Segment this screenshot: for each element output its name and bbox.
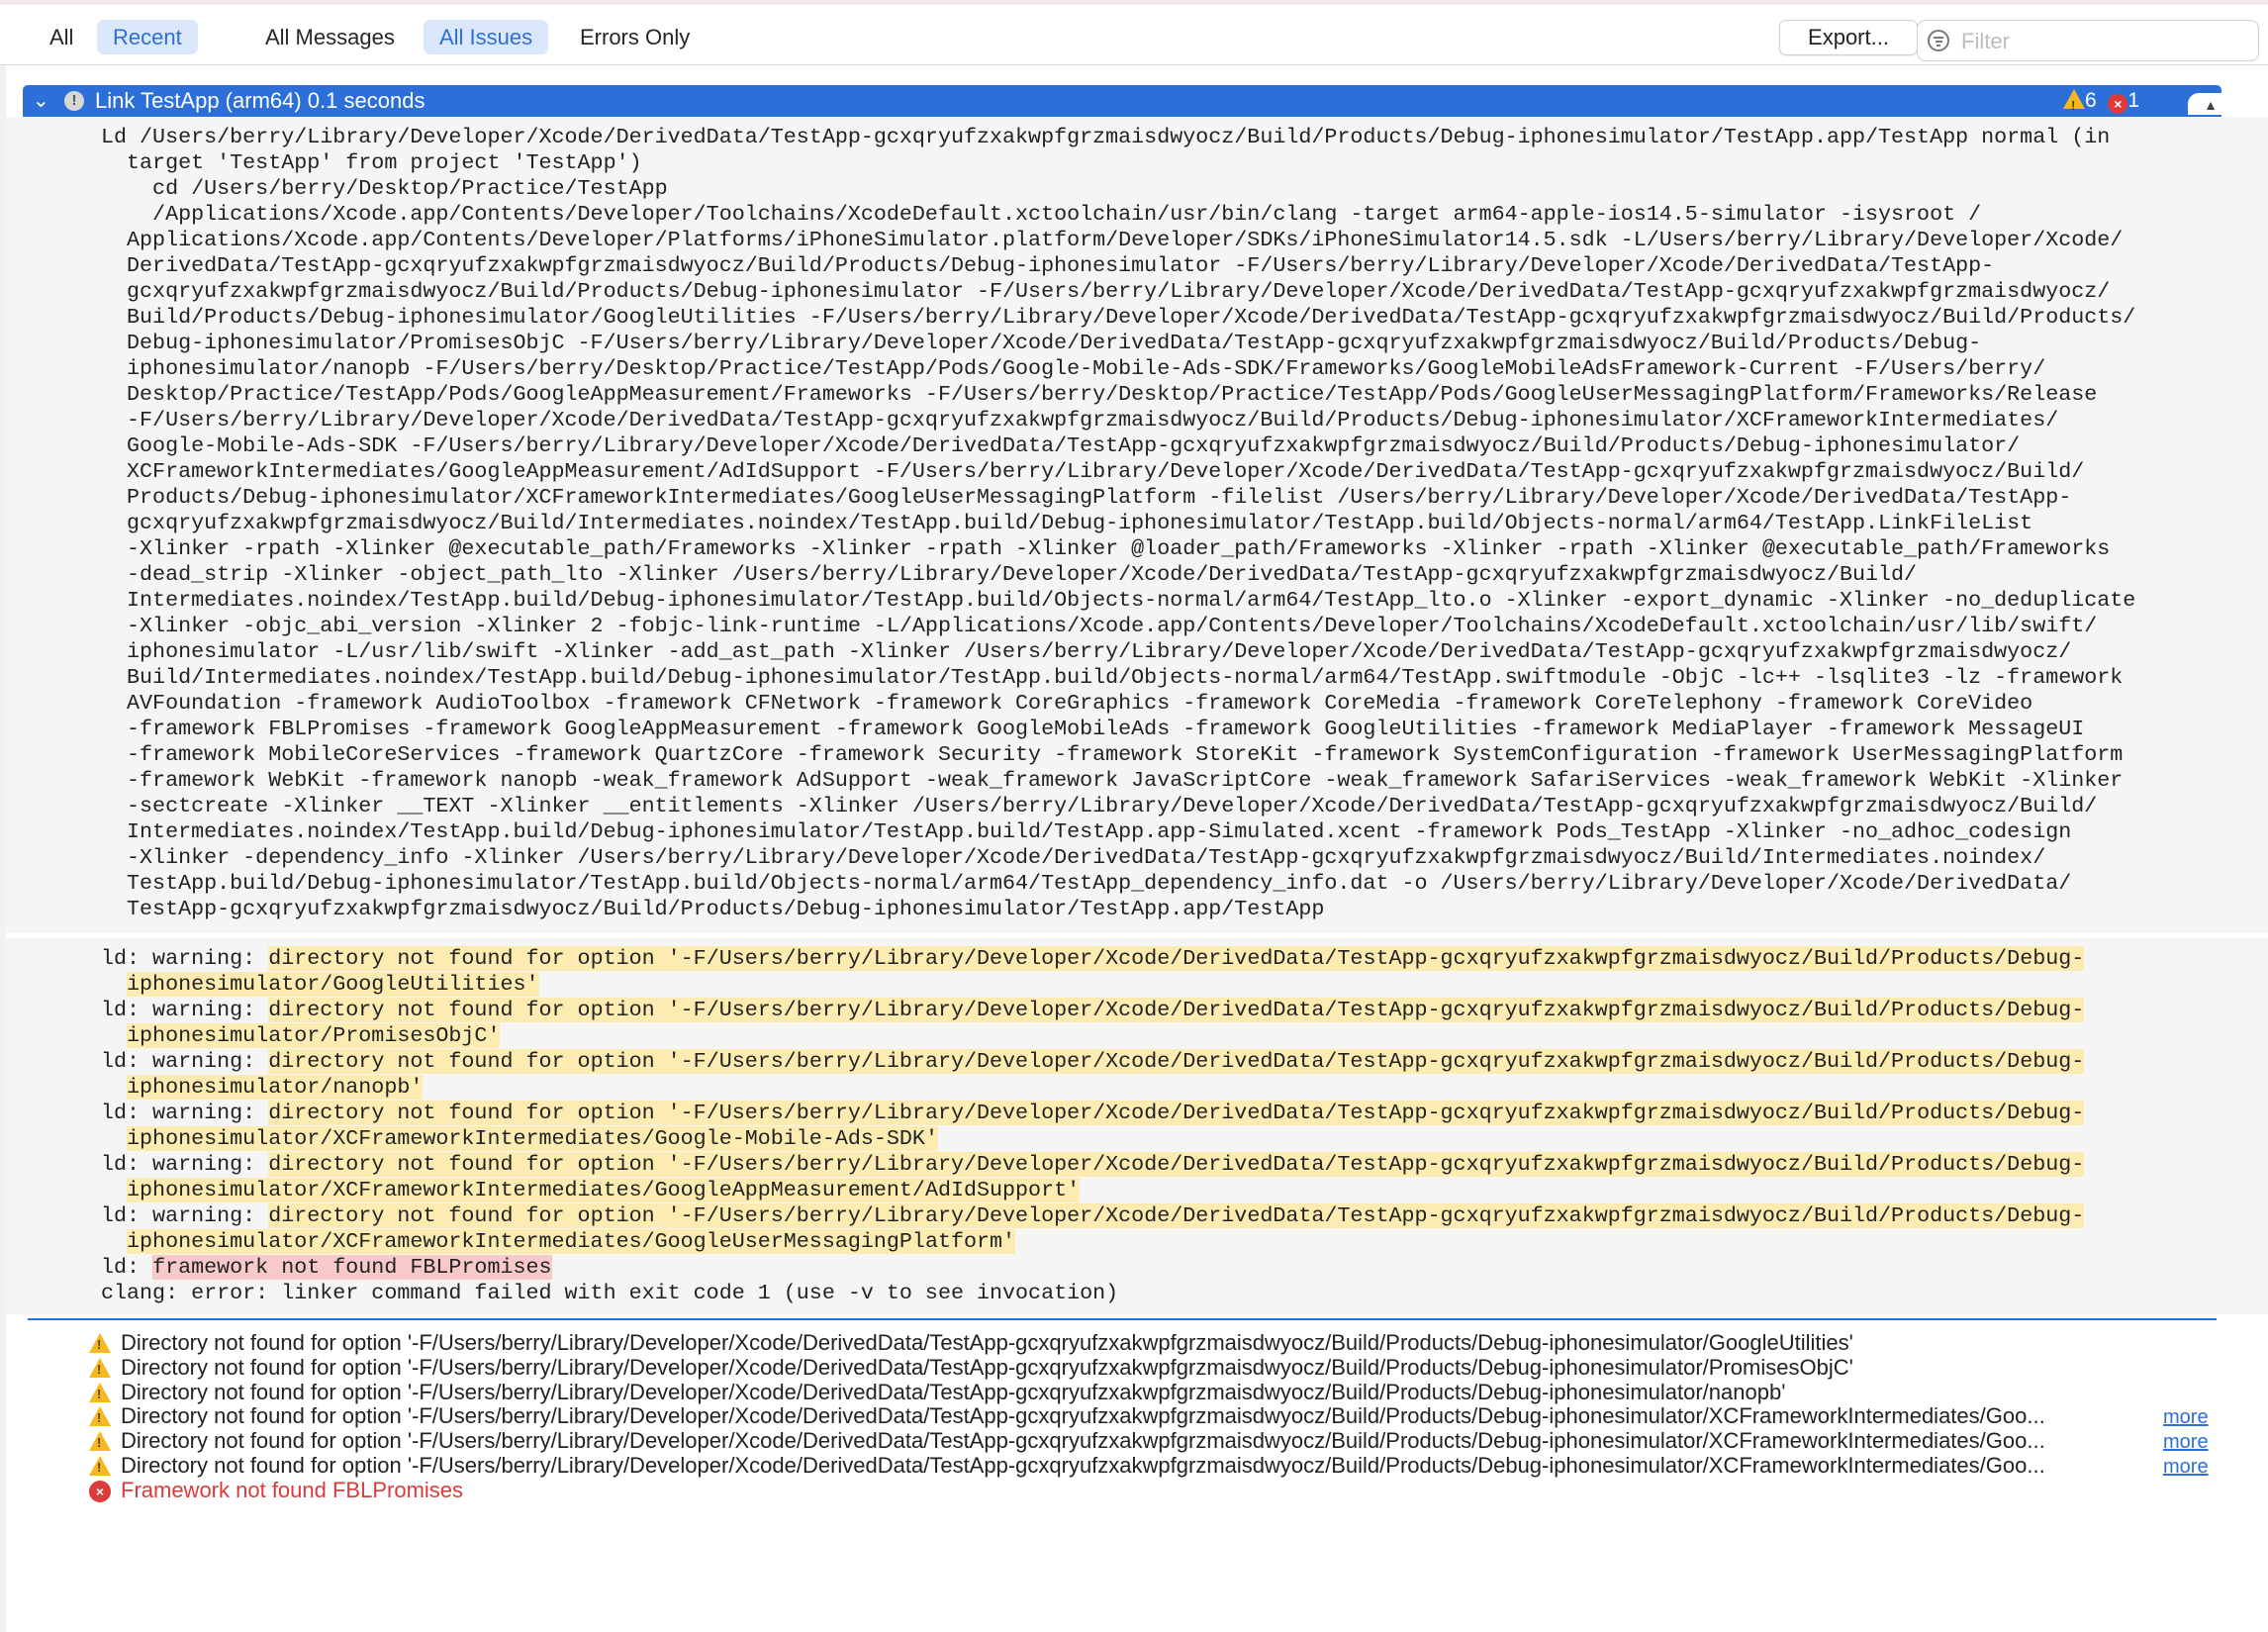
build-step-title: Link TestApp (arm64) 0.1 seconds [95, 88, 425, 113]
issue-text: Framework not found FBLPromises [121, 1477, 464, 1502]
log-prefix: ld: warning: [101, 998, 269, 1022]
error-count: 1 [2127, 89, 2140, 112]
log-warning-continuation: iphonesimulator/XCFrameworkIntermediates… [101, 1229, 2084, 1255]
command-line: /Applications/Xcode.app/Contents/Develop… [101, 202, 1982, 227]
command-line: cd /Users/berry/Desktop/Practice/TestApp [101, 176, 668, 201]
command-line: -Xlinker -objc_abi_version -Xlinker 2 -f… [101, 614, 2098, 638]
filter-tab-all-messages[interactable]: All Messages [249, 20, 411, 54]
warning-highlight: directory not found for option '-F/Users… [268, 1203, 2085, 1228]
command-line: -F/Users/berry/Library/Developer/Xcode/D… [101, 408, 2059, 432]
filter-field[interactable] [1917, 20, 2259, 61]
log-warning-line: ld: warning: directory not found for opt… [101, 946, 2085, 972]
command-line: Products/Debug-iphonesimulator/XCFramewo… [101, 485, 2072, 510]
command-line: Ld /Users/berry/Library/Developer/Xcode/… [101, 125, 2111, 149]
warning-highlight: iphonesimulator/nanopb' [127, 1075, 424, 1100]
warning-highlight: directory not found for option '-F/Users… [268, 946, 2085, 971]
command-log: Ld /Users/berry/Library/Developer/Xcode/… [6, 117, 2268, 933]
build-step-header[interactable]: ⌄ ! Link TestApp (arm64) 0.1 seconds ! 6 … [23, 85, 2233, 117]
command-line: iphonesimulator -L/usr/lib/swift -Xlinke… [101, 639, 2072, 664]
scroll-to-top-icon[interactable]: ▲ [2188, 93, 2233, 115]
log-warning-line: ld: warning: directory not found for opt… [101, 1049, 2085, 1075]
log-warning-continuation: iphonesimulator/PromisesObjC' [101, 1023, 2084, 1049]
log-prefix: ld: warning: [101, 1203, 269, 1228]
command-line: TestApp.build/Debug-iphonesimulator/Test… [101, 871, 2072, 896]
linker-messages: ld: warning: directory not found for opt… [101, 946, 2085, 1306]
error-icon: × [2108, 94, 2128, 114]
clang-error-line: clang: error: linker command failed with… [101, 1281, 1119, 1305]
command-line: TestApp-gcxqryufzxakwpfgrzmaisdwyocz/Bui… [101, 897, 1325, 921]
info-icon: ! [64, 91, 84, 111]
command-line: DerivedData/TestApp-gcxqryufzxakwpfgrzma… [101, 253, 1995, 278]
log-prefix: ld: warning: [101, 1049, 269, 1074]
issue-row[interactable]: × Framework not found FBLPromises [0, 1474, 2268, 1509]
message-log: ld: warning: directory not found for opt… [6, 938, 2268, 1314]
log-error-line: ld: framework not found FBLPromises [101, 1255, 2084, 1281]
command-line: target 'TestApp' from project 'TestApp') [101, 150, 642, 175]
warning-highlight: iphonesimulator/XCFrameworkIntermediates… [127, 1229, 1016, 1254]
warning-icon: ! [2063, 89, 2085, 113]
command-line: AVFoundation -framework AudioToolbox -fr… [101, 691, 2033, 716]
command-line: -framework WebKit -framework nanopb -wea… [101, 768, 2124, 793]
issue-count-badges: ! 6 × 1 [2063, 88, 2139, 114]
error-highlight: framework not found FBLPromises [152, 1255, 552, 1280]
scope-tab-recent[interactable]: Recent [97, 20, 198, 54]
log-prefix: ld: warning: [101, 946, 269, 971]
warning-highlight: iphonesimulator/PromisesObjC' [127, 1023, 501, 1048]
log-warning-line: ld: warning: directory not found for opt… [101, 1203, 2085, 1229]
warning-highlight: iphonesimulator/XCFrameworkIntermediates… [127, 1126, 938, 1151]
command-line: -Xlinker -rpath -Xlinker @executable_pat… [101, 536, 2111, 561]
log-prefix: ld: warning: [101, 1101, 269, 1125]
section-divider [28, 1318, 2217, 1320]
log-warning-continuation: iphonesimulator/GoogleUtilities' [101, 972, 2084, 998]
command-line: Desktop/Practice/TestApp/Pods/GoogleAppM… [101, 382, 2098, 407]
filter-tab-errors-only[interactable]: Errors Only [564, 20, 706, 54]
log-warning-line: ld: warning: directory not found for opt… [101, 998, 2085, 1023]
filter-tab-all-issues[interactable]: All Issues [424, 20, 549, 54]
command-line: Intermediates.noindex/TestApp.build/Debu… [101, 819, 2072, 844]
log-toolbar: All Recent All Messages All Issues Error… [0, 5, 2268, 65]
command-line: Debug-iphonesimulator/PromisesObjC -F/Us… [101, 331, 1982, 355]
log-prefix: ld: [101, 1255, 153, 1280]
command-line: -framework MobileCoreServices -framework… [101, 742, 2124, 767]
warning-highlight: directory not found for option '-F/Users… [268, 1152, 2085, 1177]
command-transcript: Ld /Users/berry/Library/Developer/Xcode/… [101, 125, 2135, 922]
warning-highlight: directory not found for option '-F/Users… [268, 998, 2085, 1022]
command-line: Build/Intermediates.noindex/TestApp.buil… [101, 665, 2124, 690]
command-line: -dead_strip -Xlinker -object_path_lto -X… [101, 562, 1918, 587]
warning-count: 6 [2085, 89, 2097, 112]
command-line: -sectcreate -Xlinker __TEXT -Xlinker __e… [101, 794, 2098, 818]
log-warning-line: ld: warning: directory not found for opt… [101, 1101, 2085, 1126]
command-line: Intermediates.noindex/TestApp.build/Debu… [101, 588, 2136, 613]
scope-tab-all[interactable]: All [34, 20, 89, 54]
log-warning-continuation: iphonesimulator/XCFrameworkIntermediates… [101, 1126, 2084, 1152]
command-line: iphonesimulator/nanopb -F/Users/berry/De… [101, 356, 2046, 381]
command-line: Google-Mobile-Ads-SDK -F/Users/berry/Lib… [101, 433, 2021, 458]
command-line: -framework FBLPromises -framework Google… [101, 717, 2085, 741]
warning-highlight: iphonesimulator/GoogleUtilities' [127, 972, 539, 997]
warning-highlight: directory not found for option '-F/Users… [268, 1049, 2085, 1074]
command-line: Applications/Xcode.app/Contents/Develope… [101, 228, 2124, 252]
export-button[interactable]: Export... [1779, 20, 1918, 55]
command-line: XCFrameworkIntermediates/GoogleAppMeasur… [101, 459, 2085, 484]
log-prefix: ld: warning: [101, 1152, 269, 1177]
filter-input[interactable] [1959, 26, 2250, 57]
error-icon: × [89, 1480, 111, 1502]
filter-icon [1928, 30, 1949, 51]
warning-highlight: iphonesimulator/XCFrameworkIntermediates… [127, 1178, 1081, 1202]
command-line: Build/Products/Debug-iphonesimulator/Goo… [101, 305, 2136, 330]
log-warning-continuation: iphonesimulator/nanopb' [101, 1075, 2084, 1101]
warning-highlight: directory not found for option '-F/Users… [268, 1101, 2085, 1125]
command-line: gcxqryufzxakwpfgrzmaisdwyocz/Build/Inter… [101, 511, 2033, 535]
command-line: -Xlinker -dependency_info -Xlinker /User… [101, 845, 2046, 870]
chevron-down-icon[interactable]: ⌄ [33, 89, 49, 113]
log-warning-line: ld: warning: directory not found for opt… [101, 1152, 2085, 1178]
log-warning-continuation: iphonesimulator/XCFrameworkIntermediates… [101, 1178, 2084, 1203]
command-line: gcxqryufzxakwpfgrzmaisdwyocz/Build/Produ… [101, 279, 2111, 304]
